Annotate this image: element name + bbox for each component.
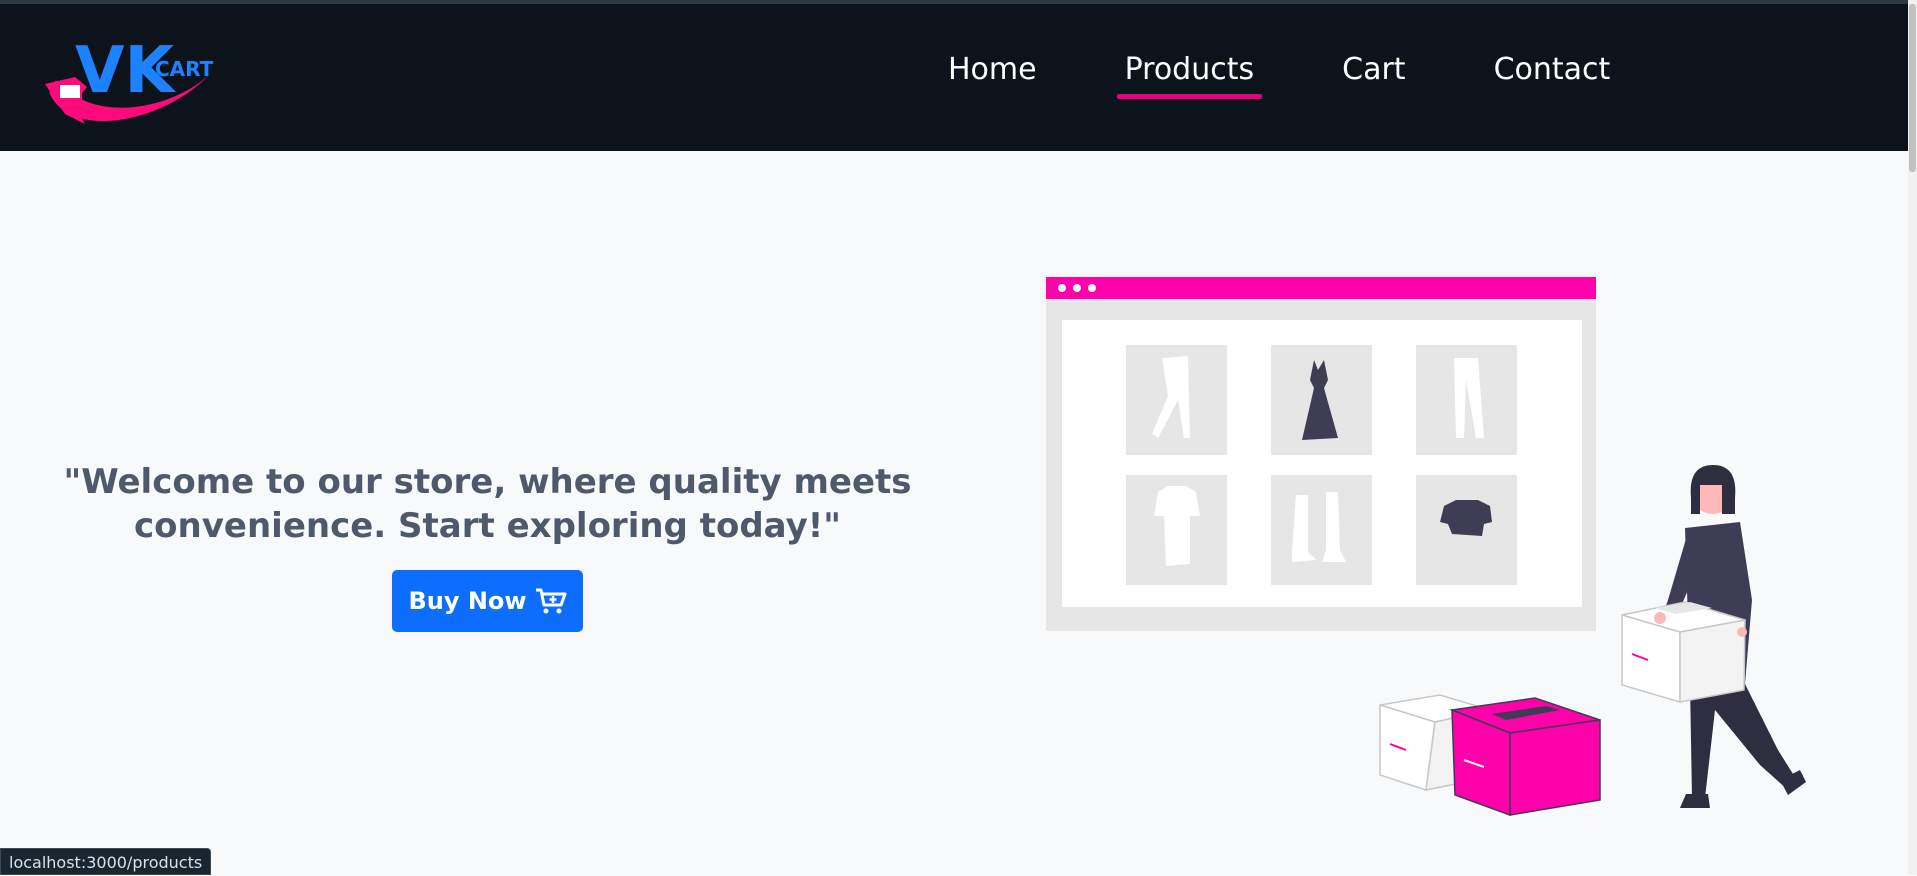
cart-plus-icon [535,587,567,615]
nav-cart[interactable]: Cart [1334,52,1413,99]
nav-links: Home Products Cart Contact [940,52,1690,99]
link-status-bar: localhost:3000/products [0,848,211,875]
hero-tagline: "Welcome to our store, where quality mee… [60,460,915,548]
shopping-illustration [1040,270,1820,820]
nav-contact[interactable]: Contact [1486,52,1619,99]
browser-window-graphic [1046,277,1596,631]
nav-products[interactable]: Products [1117,52,1263,99]
boxes-graphic [1380,695,1600,815]
nav-home[interactable]: Home [940,52,1045,99]
person-graphic [1622,465,1806,808]
scrollbar-thumb[interactable] [1909,4,1916,172]
logo[interactable]: VK CART [45,32,215,127]
svg-text:CART: CART [155,57,214,81]
navbar: VK CART Home Products Cart Contact [0,4,1908,151]
logo-image: VK CART [45,32,215,127]
vertical-scrollbar[interactable] [1908,0,1917,875]
buy-now-button[interactable]: Buy Now [392,570,583,632]
buy-now-label: Buy Now [408,587,526,615]
